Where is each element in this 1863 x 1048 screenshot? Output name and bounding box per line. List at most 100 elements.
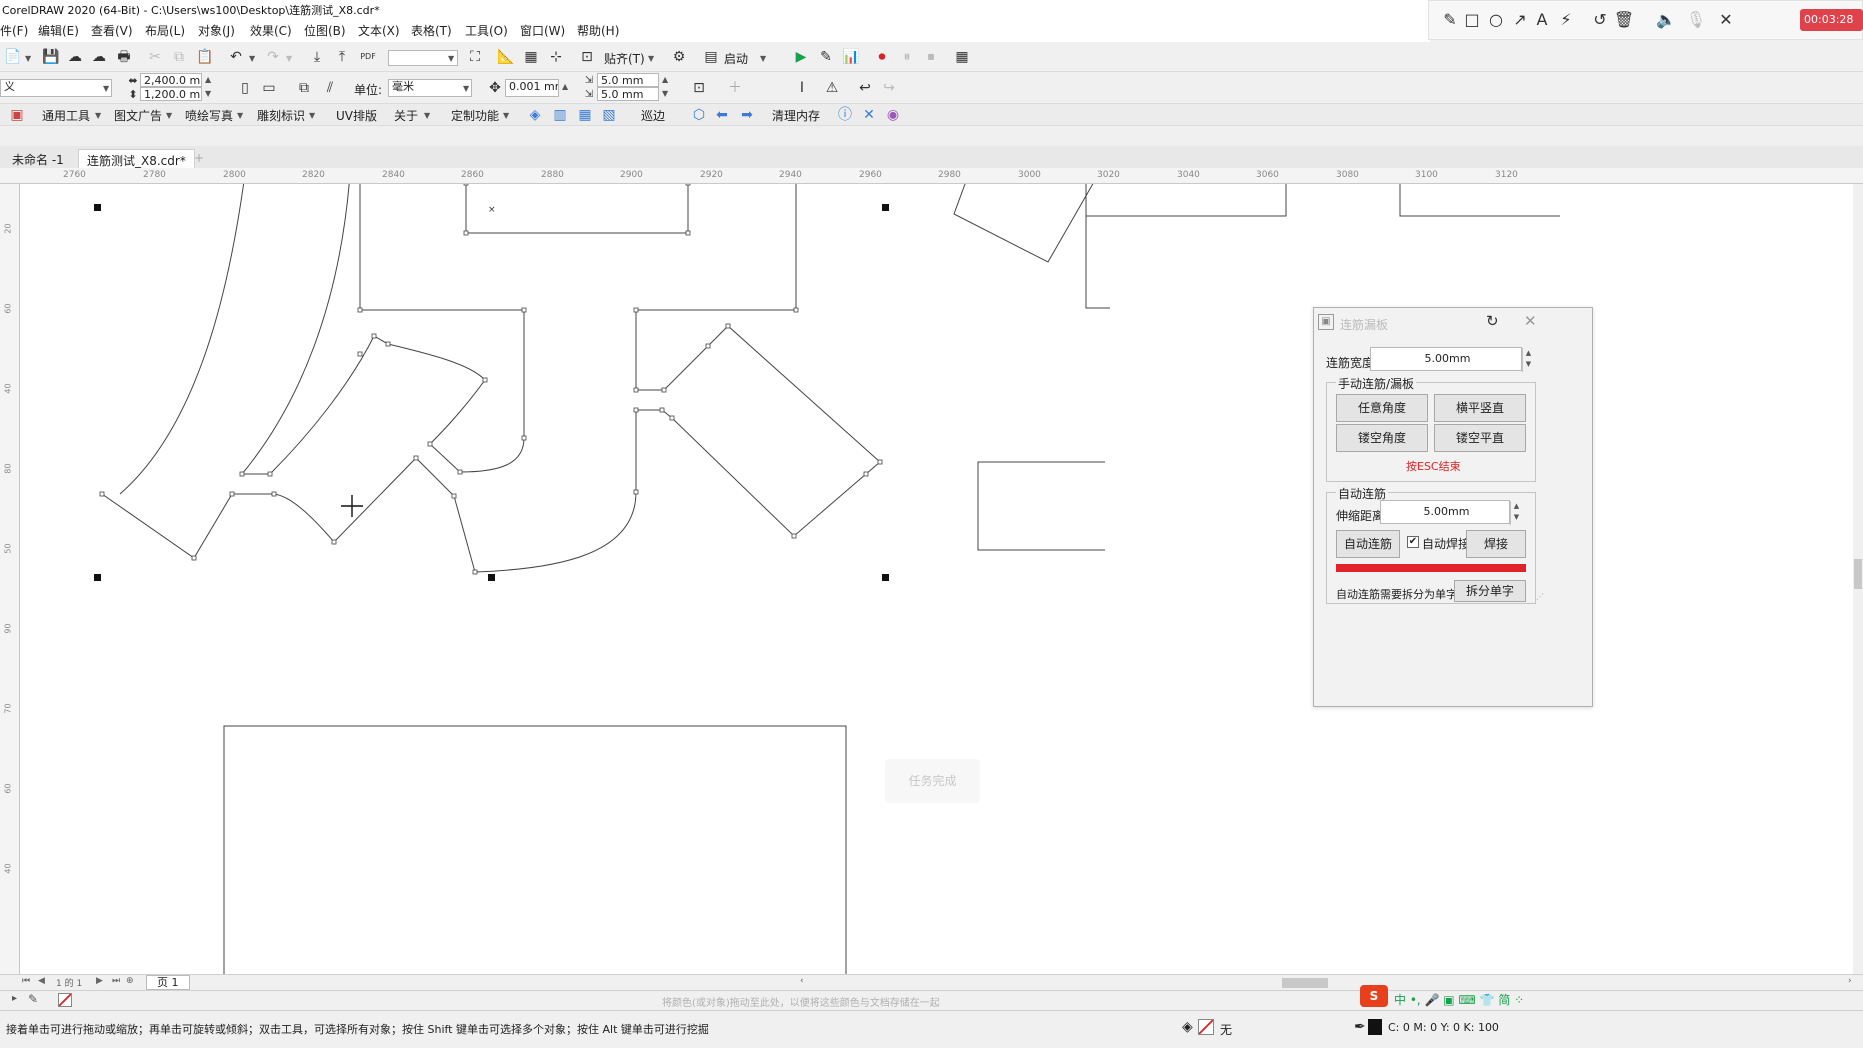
scroll-left-icon[interactable]: ‹ bbox=[800, 976, 804, 986]
chevron-down-icon[interactable]: ▼ bbox=[103, 84, 109, 93]
all-pages-icon[interactable]: ⧉ bbox=[295, 79, 313, 97]
page-preset-select[interactable]: 义 bbox=[0, 79, 112, 97]
landscape-icon[interactable]: ▭ bbox=[260, 79, 278, 97]
guidelines-icon[interactable]: ⊹ bbox=[547, 48, 565, 66]
menu-layout[interactable]: 布局(L) bbox=[145, 22, 185, 39]
rib-width-field[interactable]: 5.00mm bbox=[1370, 347, 1522, 371]
print-icon[interactable]: 🖶 bbox=[115, 48, 133, 66]
magic-wand-icon[interactable]: ⚡ bbox=[1555, 9, 1577, 31]
portrait-icon[interactable]: ▯ bbox=[236, 79, 254, 97]
chevron-down-icon[interactable]: ▼ bbox=[463, 84, 469, 93]
vertical-scrollbar[interactable] bbox=[1853, 184, 1863, 974]
play-icon[interactable]: ▶ bbox=[792, 48, 810, 66]
outline-pen-icon[interactable]: ✒ bbox=[1354, 1019, 1366, 1035]
chevron-down-icon[interactable]: ▼ bbox=[286, 54, 292, 63]
new-tab-icon[interactable]: + bbox=[186, 149, 212, 168]
gear-icon[interactable]: ⚙ bbox=[670, 48, 688, 66]
chevron-down-icon[interactable]: ▼ bbox=[166, 111, 172, 120]
copy-icon[interactable]: ⧉ bbox=[170, 48, 188, 66]
spin-icon[interactable]: ▲ bbox=[562, 82, 568, 91]
full-screen-icon[interactable]: ⛶ bbox=[466, 48, 484, 66]
paste-icon[interactable]: 📋 bbox=[196, 48, 214, 66]
cut-icon[interactable]: ✂ bbox=[146, 48, 164, 66]
menu-general-tools[interactable]: 通用工具 bbox=[42, 107, 90, 124]
spin-up-icon[interactable]: ▲ bbox=[205, 75, 211, 84]
outline-swatch[interactable] bbox=[1368, 1019, 1382, 1035]
text-icon[interactable]: A bbox=[1531, 9, 1553, 31]
back-icon[interactable]: ↩ bbox=[856, 79, 874, 97]
menu-uv-layout[interactable]: UV排版 bbox=[336, 107, 377, 124]
duplicate-distance-y-field[interactable]: 5.0 mm bbox=[597, 87, 659, 101]
menu-bitmaps[interactable]: 位图(B) bbox=[304, 22, 346, 39]
first-page-icon[interactable]: ⏮ bbox=[22, 976, 30, 986]
chevron-down-icon[interactable]: ▼ bbox=[503, 111, 509, 120]
menu-object[interactable]: 对象(J) bbox=[198, 22, 235, 39]
forward-icon[interactable]: ↪ bbox=[880, 79, 898, 97]
tools-icon[interactable]: ✕ bbox=[860, 106, 878, 124]
settings-circle-icon[interactable]: ◉ bbox=[884, 106, 902, 124]
unit-select[interactable]: 毫米 bbox=[388, 79, 472, 97]
rib-width-spinner[interactable]: ▲ ▼ bbox=[1522, 348, 1534, 372]
image-icon[interactable]: ▧ bbox=[600, 106, 618, 124]
menu-custom-functions[interactable]: 定制功能 bbox=[451, 107, 499, 124]
menu-edit[interactable]: 编辑(E) bbox=[38, 22, 79, 39]
warning-icon[interactable]: ⚠ bbox=[823, 79, 841, 97]
import-icon[interactable]: ⤓ bbox=[308, 48, 326, 66]
arrow-icon[interactable]: ↗ bbox=[1509, 9, 1531, 31]
nudge-distance-field[interactable]: 0.001 mm bbox=[505, 79, 559, 97]
chevron-down-icon[interactable]: ▼ bbox=[424, 111, 430, 120]
add-page-icon[interactable]: ＋ bbox=[726, 79, 744, 97]
shape-tool-icon[interactable]: ◈ bbox=[526, 106, 544, 124]
close-icon[interactable]: ✕ bbox=[1715, 9, 1737, 31]
prev-page-icon[interactable]: ◀ bbox=[38, 976, 45, 986]
refresh-icon[interactable]: ↻ bbox=[1486, 312, 1499, 330]
chevron-down-icon[interactable]: ▼ bbox=[95, 111, 101, 120]
trash-icon[interactable]: 🗑 bbox=[1613, 9, 1635, 31]
menu-text[interactable]: 文本(X) bbox=[358, 22, 400, 39]
weld-button[interactable]: 焊接 bbox=[1466, 530, 1526, 558]
grid-layout-icon[interactable]: ▦ bbox=[576, 106, 594, 124]
menu-effects[interactable]: 效果(C) bbox=[250, 22, 292, 39]
menu-help[interactable]: 帮助(H) bbox=[577, 22, 619, 39]
page-tab[interactable]: 页 1 bbox=[146, 975, 190, 990]
clear-memory-button[interactable]: 清理内存 bbox=[772, 107, 820, 124]
pen-icon[interactable]: ✎ bbox=[1439, 9, 1461, 31]
chevron-down-icon[interactable]: ▼ bbox=[309, 111, 315, 120]
chevron-down-icon[interactable]: ▼ bbox=[448, 54, 454, 63]
vertical-ruler[interactable]: 20 60 40 80 50 90 70 60 40 bbox=[0, 184, 20, 974]
spin-up-icon[interactable]: ▲ bbox=[662, 75, 668, 84]
ime-toolbar-icons[interactable]: 中 •, 🎤 ▣ ⌨ 👕 简 ⁘ bbox=[1394, 991, 1524, 1008]
current-page-icon[interactable]: ⫽ bbox=[321, 79, 339, 97]
undo-icon[interactable]: ↺ bbox=[1589, 9, 1611, 31]
horizontal-ruler[interactable]: 2760 2780 2800 2820 2840 2860 2880 2900 … bbox=[0, 168, 1863, 184]
page-height-field[interactable]: 1,200.0 mm bbox=[140, 87, 202, 101]
grid-icon[interactable]: ▦ bbox=[522, 48, 540, 66]
hollow-flat-button[interactable]: 镂空平直 bbox=[1434, 424, 1526, 452]
no-color-swatch[interactable] bbox=[58, 993, 72, 1007]
page-frame-icon[interactable]: ⊡ bbox=[690, 79, 708, 97]
record-macro-icon[interactable]: ⏺ bbox=[873, 48, 891, 66]
fill-icon[interactable]: ◈ bbox=[1182, 1019, 1193, 1035]
add-page-icon[interactable]: ⊕ bbox=[126, 976, 134, 986]
rulers-icon[interactable]: 📐 bbox=[497, 48, 515, 66]
arrow-right-icon[interactable]: ➡ bbox=[738, 106, 756, 124]
palette-menu-icon[interactable]: ▸ bbox=[12, 993, 17, 1004]
patrol-edge-button[interactable]: 巡边 bbox=[641, 107, 665, 124]
script-editor-icon[interactable]: ✎ bbox=[817, 48, 835, 66]
hollow-angle-button[interactable]: 镂空角度 bbox=[1336, 424, 1428, 452]
menu-tools[interactable]: 工具(O) bbox=[465, 22, 508, 39]
fill-swatch[interactable] bbox=[1198, 1019, 1214, 1035]
menu-inkjet-printing[interactable]: 喷绘写真 bbox=[185, 107, 233, 124]
page-width-field[interactable]: 2,400.0 mm bbox=[140, 73, 202, 87]
menu-table[interactable]: 表格(T) bbox=[411, 22, 452, 39]
vertical-scroll-thumb[interactable] bbox=[1854, 559, 1862, 589]
menu-about[interactable]: 关于 bbox=[394, 107, 418, 124]
launch-dropdown[interactable]: 启动 bbox=[724, 50, 748, 67]
any-angle-button[interactable]: 任意角度 bbox=[1336, 394, 1428, 422]
chevron-down-icon[interactable]: ▼ bbox=[648, 54, 654, 63]
undo-icon[interactable]: ↶ bbox=[227, 48, 245, 66]
redo-icon[interactable]: ↷ bbox=[264, 48, 282, 66]
pdf-icon[interactable]: PDF bbox=[359, 48, 377, 66]
menu-engraving-signs[interactable]: 雕刻标识 bbox=[257, 107, 305, 124]
chart-icon[interactable]: 📊 bbox=[842, 48, 860, 66]
